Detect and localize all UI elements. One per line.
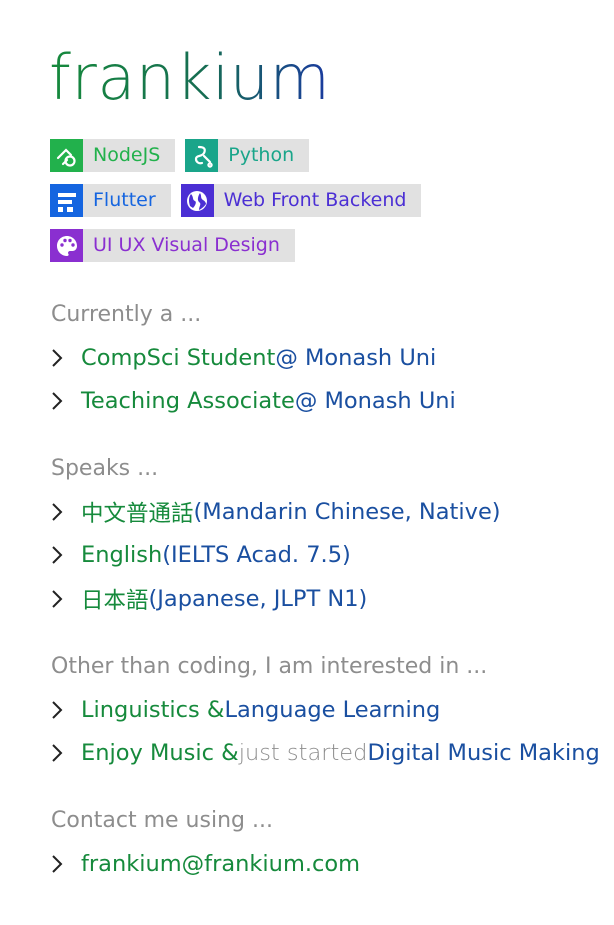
item-text: Enjoy Music & — [81, 740, 239, 766]
site-title: frankium — [49, 41, 331, 114]
item-text: @ Monash Uni — [275, 345, 437, 371]
chevron-right-icon — [50, 736, 68, 770]
section-heading-interests: Other than coding, I am interested in ..… — [51, 654, 488, 679]
badge-row-1: NodeJS Python — [50, 139, 310, 172]
badge-label: UI UX Visual Design — [93, 234, 280, 256]
globe-icon — [180, 184, 214, 217]
chevron-right-icon — [50, 693, 68, 727]
list-item-speaks-2: 日本語 (Japanese, JLPT N1) — [50, 582, 367, 616]
item-text: CompSci Student — [81, 345, 276, 371]
item-text: (IELTS Acad. 7.5) — [162, 542, 351, 568]
item-text: Digital Music Making — [367, 740, 600, 766]
badge-flutter[interactable]: Flutter — [50, 184, 171, 217]
nodejs-icon — [50, 139, 83, 172]
section-heading-current: Currently a ... — [51, 302, 202, 327]
item-text: Linguistics & — [81, 697, 225, 723]
item-text: @ Monash Uni — [294, 388, 456, 414]
badge-nodejs[interactable]: NodeJS — [50, 139, 176, 172]
item-text: Language Learning — [224, 697, 441, 723]
list-item-current-1: Teaching Associate @ Monash Uni — [50, 384, 456, 418]
badge-label: NodeJS — [93, 144, 161, 166]
badge-python[interactable]: Python — [185, 139, 310, 172]
item-text: English — [81, 542, 163, 568]
list-item-interests-0: Linguistics & Language Learning — [50, 693, 440, 727]
email-link[interactable]: frankium@frankium.com — [81, 851, 360, 877]
badge-web-front-backend[interactable]: Web Front Backend — [180, 184, 422, 217]
python-icon — [185, 139, 219, 172]
list-item-speaks-0: 中文普通話 (Mandarin Chinese, Native) — [50, 495, 501, 529]
chevron-right-icon — [50, 341, 68, 375]
section-heading-contact: Contact me using ... — [51, 808, 273, 833]
item-text: Teaching Associate — [81, 388, 295, 414]
item-text: (Japanese, JLPT N1) — [148, 586, 368, 612]
badge-label: Python — [228, 144, 295, 166]
chevron-right-icon — [50, 384, 68, 418]
palette-icon — [50, 229, 83, 262]
item-text: 中文普通話 — [81, 501, 194, 527]
list-item-speaks-1: English (IELTS Acad. 7.5) — [50, 538, 351, 572]
chevron-right-icon — [50, 538, 68, 572]
item-text: 日本語 — [81, 588, 149, 614]
chevron-right-icon — [50, 582, 68, 616]
chevron-right-icon — [50, 495, 68, 529]
item-text: (Mandarin Chinese, Native) — [193, 499, 501, 525]
badge-label: Flutter — [93, 189, 156, 211]
badge-row-2: Flutter Web Front Backend — [50, 184, 422, 217]
badge-row-3: UI UX Visual Design — [50, 229, 295, 262]
list-item-current-0: CompSci Student @ Monash Uni — [50, 341, 436, 375]
list-item-contact-0: frankium@frankium.com — [50, 847, 360, 881]
item-text-muted: just started — [238, 740, 368, 766]
badge-label: Web Front Backend — [223, 189, 407, 211]
section-heading-speaks: Speaks ... — [51, 456, 159, 481]
chevron-right-icon — [50, 847, 68, 881]
flutter-icon — [50, 184, 83, 217]
list-item-interests-1: Enjoy Music & just started Digital Music… — [50, 736, 600, 770]
badge-ui-ux[interactable]: UI UX Visual Design — [50, 229, 295, 262]
